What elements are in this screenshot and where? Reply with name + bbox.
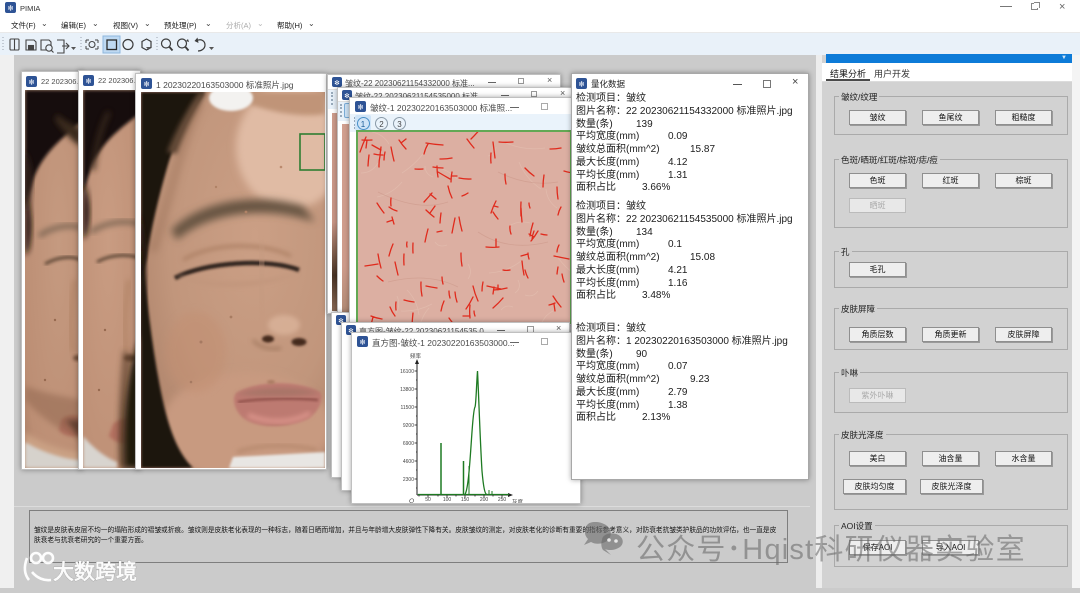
svg-text:❇: ❇ <box>334 79 340 87</box>
svg-text:❇: ❇ <box>579 81 585 89</box>
svg-text:公众号･Hqist科研仪器实验室: 公众号･Hqist科研仪器实验室 <box>636 533 1026 566</box>
svg-text:13800: 13800 <box>400 387 414 393</box>
svg-text:9200: 9200 <box>403 423 414 429</box>
svg-text:O: O <box>409 498 414 503</box>
svg-text:❇: ❇ <box>29 79 35 87</box>
svg-text:❇: ❇ <box>358 104 364 112</box>
svg-text:❇: ❇ <box>360 339 366 347</box>
svg-text:100: 100 <box>443 497 452 503</box>
svg-text:大数跨境: 大数跨境 <box>53 560 137 584</box>
svg-text:250: 250 <box>498 497 507 503</box>
svg-text:150: 150 <box>461 497 470 503</box>
svg-text:200: 200 <box>480 497 489 503</box>
svg-text:2300: 2300 <box>403 477 414 483</box>
svg-text:4600: 4600 <box>403 459 414 465</box>
svg-text:11500: 11500 <box>400 405 414 411</box>
svg-text:❇: ❇ <box>8 5 14 13</box>
svg-text:50: 50 <box>425 497 431 503</box>
svg-text:❇: ❇ <box>144 81 150 89</box>
svg-text:6900: 6900 <box>403 441 414 447</box>
svg-text:16100: 16100 <box>400 369 414 375</box>
svg-text:❇: ❇ <box>86 78 92 86</box>
svg-text:频率: 频率 <box>410 352 422 360</box>
svg-text:灰度: 灰度 <box>512 498 524 503</box>
